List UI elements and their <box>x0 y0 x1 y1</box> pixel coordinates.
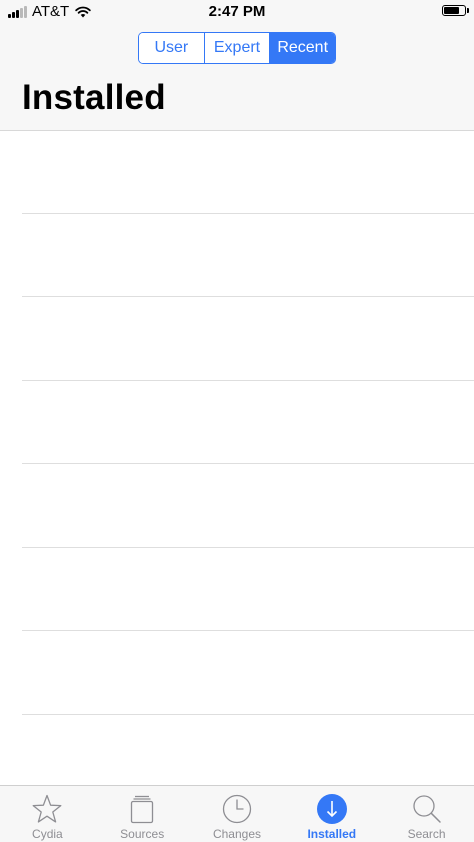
tab-label: Installed <box>307 827 357 841</box>
download-icon <box>316 793 348 825</box>
list-row <box>0 297 474 381</box>
segment-expert[interactable]: Expert <box>204 33 271 63</box>
list-row <box>0 381 474 464</box>
installed-list <box>0 131 474 785</box>
clock-icon <box>221 793 253 825</box>
tab-changes[interactable]: Changes <box>190 786 285 842</box>
segment-recent[interactable]: Recent <box>270 33 335 63</box>
tab-cydia[interactable]: Cydia <box>0 786 95 842</box>
list-row <box>0 131 474 214</box>
tab-search[interactable]: Search <box>379 786 474 842</box>
tab-label: Cydia <box>32 827 63 841</box>
search-icon <box>411 793 443 825</box>
list-row <box>0 631 474 715</box>
list-row <box>0 548 474 631</box>
screen: AT&T 2:47 PM User Expert Recent Installe… <box>0 0 474 842</box>
row-separator <box>22 714 474 715</box>
list-row <box>0 464 474 548</box>
list-row <box>0 214 474 297</box>
tab-sources[interactable]: Sources <box>95 786 190 842</box>
filter-segmented-control: User Expert Recent <box>138 32 336 64</box>
sources-icon <box>126 793 158 825</box>
status-time: 2:47 PM <box>208 3 266 20</box>
page-title: Installed <box>22 78 166 117</box>
tab-installed[interactable]: Installed <box>284 786 379 842</box>
tab-label: Sources <box>120 827 165 841</box>
star-icon <box>31 793 63 825</box>
tab-bar: Cydia Sources Changes Installed Search <box>0 785 474 842</box>
battery-icon <box>442 5 469 16</box>
segment-user[interactable]: User <box>139 33 205 63</box>
tab-label: Changes <box>212 827 262 841</box>
status-bar: AT&T 2:47 PM <box>0 0 474 24</box>
nav-header: User Expert Recent Installed <box>0 24 474 131</box>
tab-label: Search <box>407 827 446 841</box>
